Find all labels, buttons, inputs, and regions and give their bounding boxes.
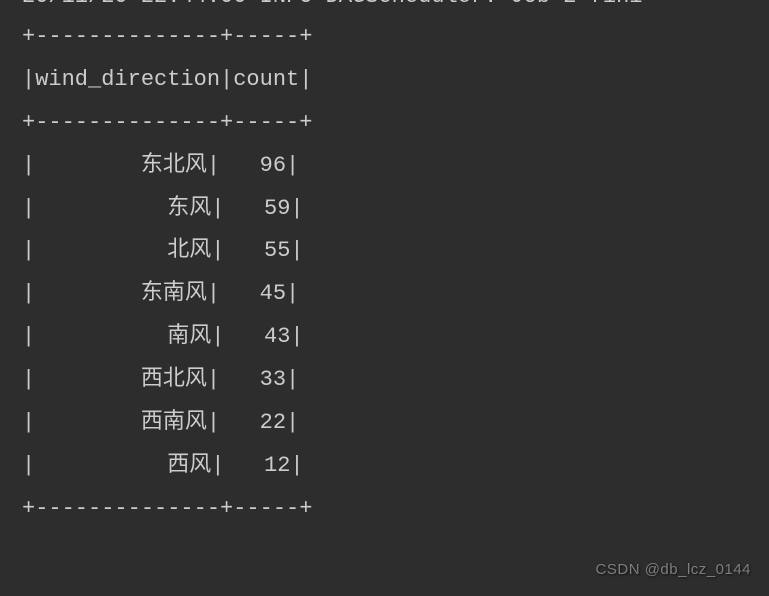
table-border-bottom: +--------------+-----+	[0, 488, 769, 531]
table-row: | 东南风| 45|	[0, 273, 769, 316]
watermark: CSDN @db_lcz_0144	[596, 555, 751, 584]
log-line-partial: 20/11/20 22:44:00 INFO DAGScheduler: Job…	[0, 0, 769, 12]
table-row: | 北风| 55|	[0, 230, 769, 273]
table-row: | 西南风| 22|	[0, 402, 769, 445]
table-row: | 东风| 59|	[0, 188, 769, 231]
table-header: |wind_direction|count|	[0, 59, 769, 102]
table-row: | 西北风| 33|	[0, 359, 769, 402]
table-row: | 西风| 12|	[0, 445, 769, 488]
table-border-mid: +--------------+-----+	[0, 102, 769, 145]
table-border-top: +--------------+-----+	[0, 16, 769, 59]
log-text: 20/11/20 22:44:00 INFO DAGScheduler: Job…	[0, 0, 769, 12]
table-row: | 南风| 43|	[0, 316, 769, 359]
table-row: | 东北风| 96|	[0, 145, 769, 188]
